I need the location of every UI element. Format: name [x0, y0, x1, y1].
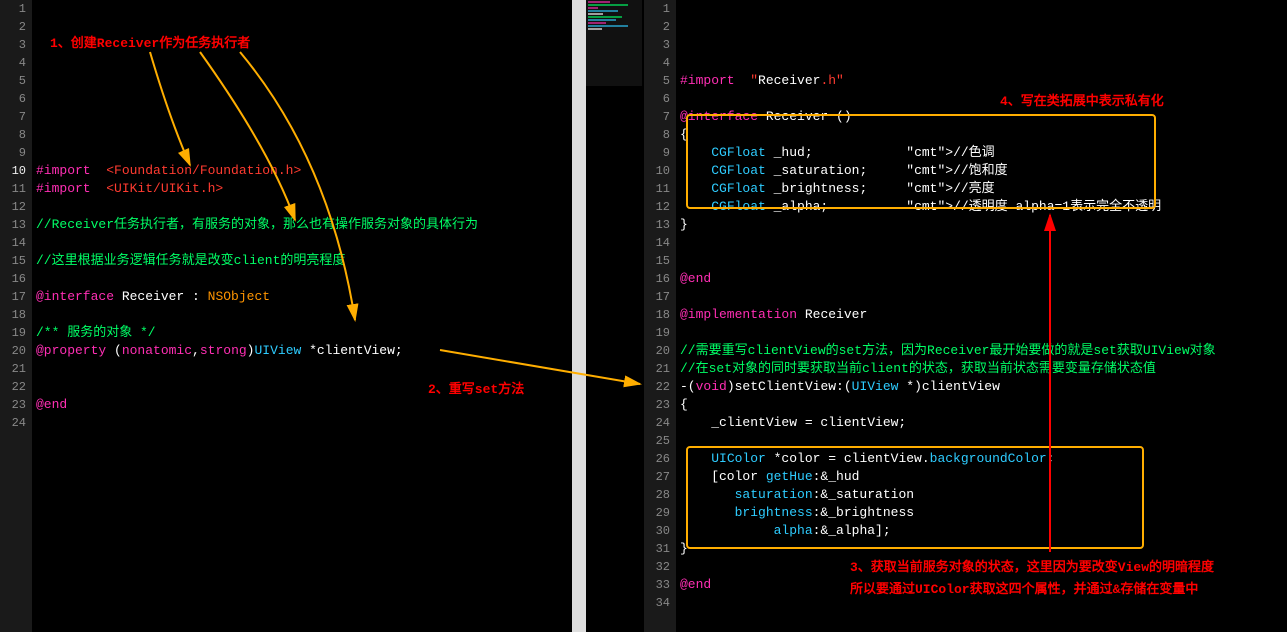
annotation-1: 1、创建Receiver作为任务执行者 — [50, 32, 250, 51]
annotation-2: 2、重写set方法 — [428, 378, 524, 397]
right-editor-pane: 1234567891011121314151617181920212223242… — [644, 0, 1287, 632]
right-code[interactable]: #import "Receiver.h" @interface Receiver… — [676, 0, 1287, 632]
annotation-3b: 所以要通过UIColor获取这四个属性，并通过&存储在变量中 — [850, 578, 1198, 597]
left-gutter: 123456789101112131415161718192021222324 — [0, 0, 32, 632]
pane-divider[interactable] — [572, 0, 586, 632]
left-code[interactable]: #import <Foundation/Foundation.h>#import… — [32, 0, 572, 632]
right-gutter: 1234567891011121314151617181920212223242… — [644, 0, 676, 632]
annotation-4: 4、写在类拓展中表示私有化 — [1000, 90, 1164, 109]
annotation-3a: 3、获取当前服务对象的状态，这里因为要改变View的明暗程度 — [850, 556, 1214, 575]
minimap[interactable] — [586, 0, 642, 86]
left-editor-pane: 123456789101112131415161718192021222324 … — [0, 0, 572, 632]
